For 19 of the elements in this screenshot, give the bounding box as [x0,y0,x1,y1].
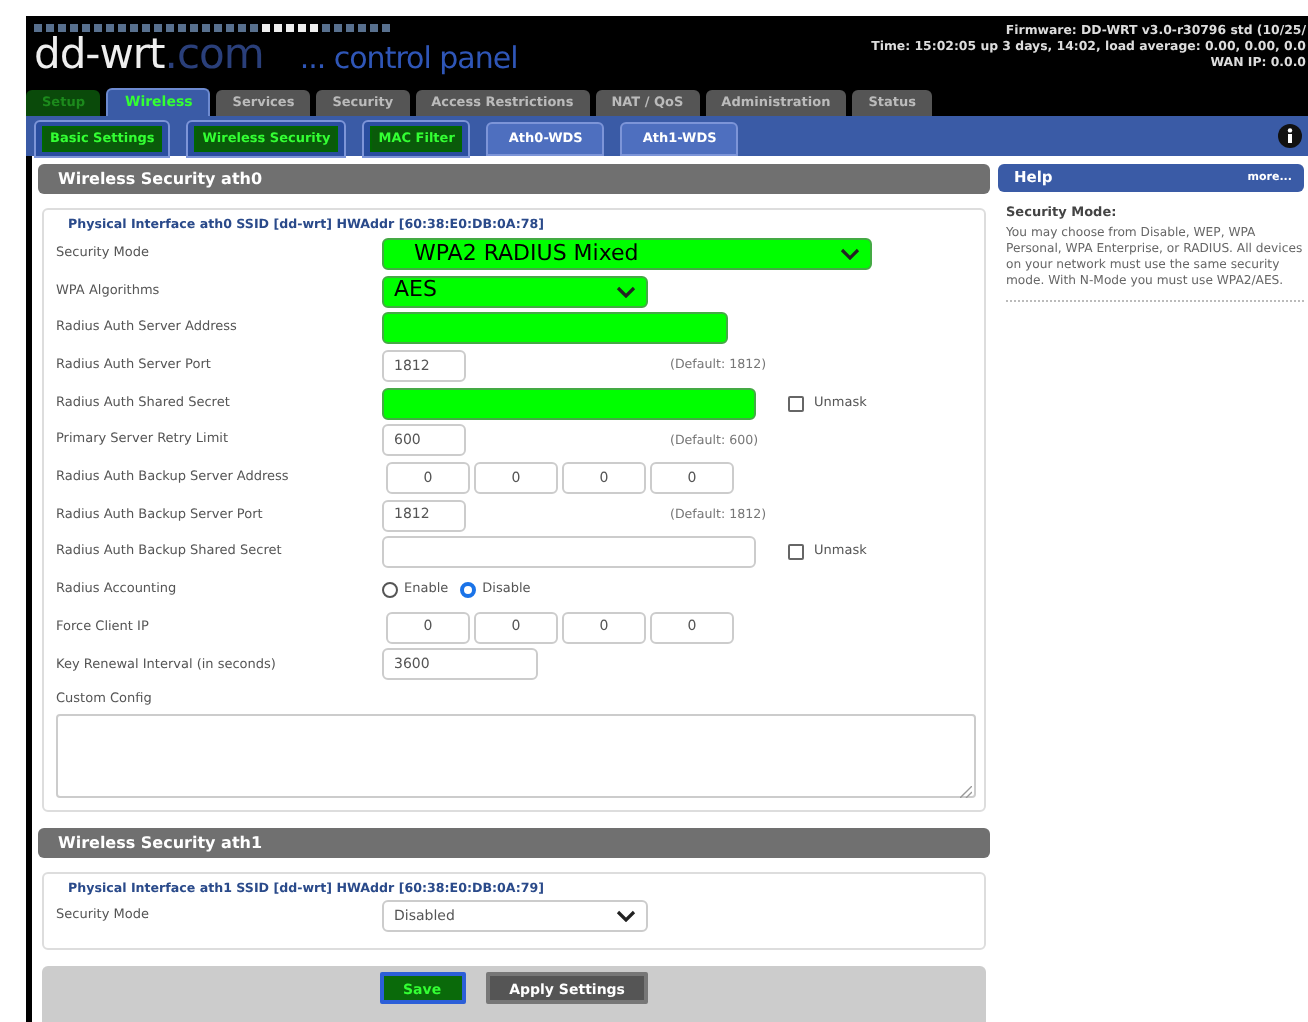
input-field[interactable] [382,536,756,569]
info-icon[interactable] [1278,124,1302,148]
checkbox[interactable] [788,395,804,412]
logo-subtitle: ... control panel [299,40,518,76]
dropdown[interactable]: AES [382,275,648,308]
chevron-icon [616,910,636,923]
input-field[interactable] [382,387,756,420]
radio-button[interactable] [382,582,398,599]
radio-button[interactable] [460,582,477,599]
resize-handle-icon[interactable] [960,785,972,797]
checkbox[interactable] [788,544,804,561]
chevron-icon [616,285,636,298]
logo-text: dd-wrt [34,30,165,78]
section-header: Wireless Security ath0 [38,164,990,194]
logo-suffix: .com [164,30,264,78]
dropdown[interactable]: WPA2 RADIUS Mixed [382,237,872,270]
section-header: Wireless Security ath1 [38,827,990,857]
input-field[interactable] [382,312,728,345]
chevron-icon [840,247,860,260]
